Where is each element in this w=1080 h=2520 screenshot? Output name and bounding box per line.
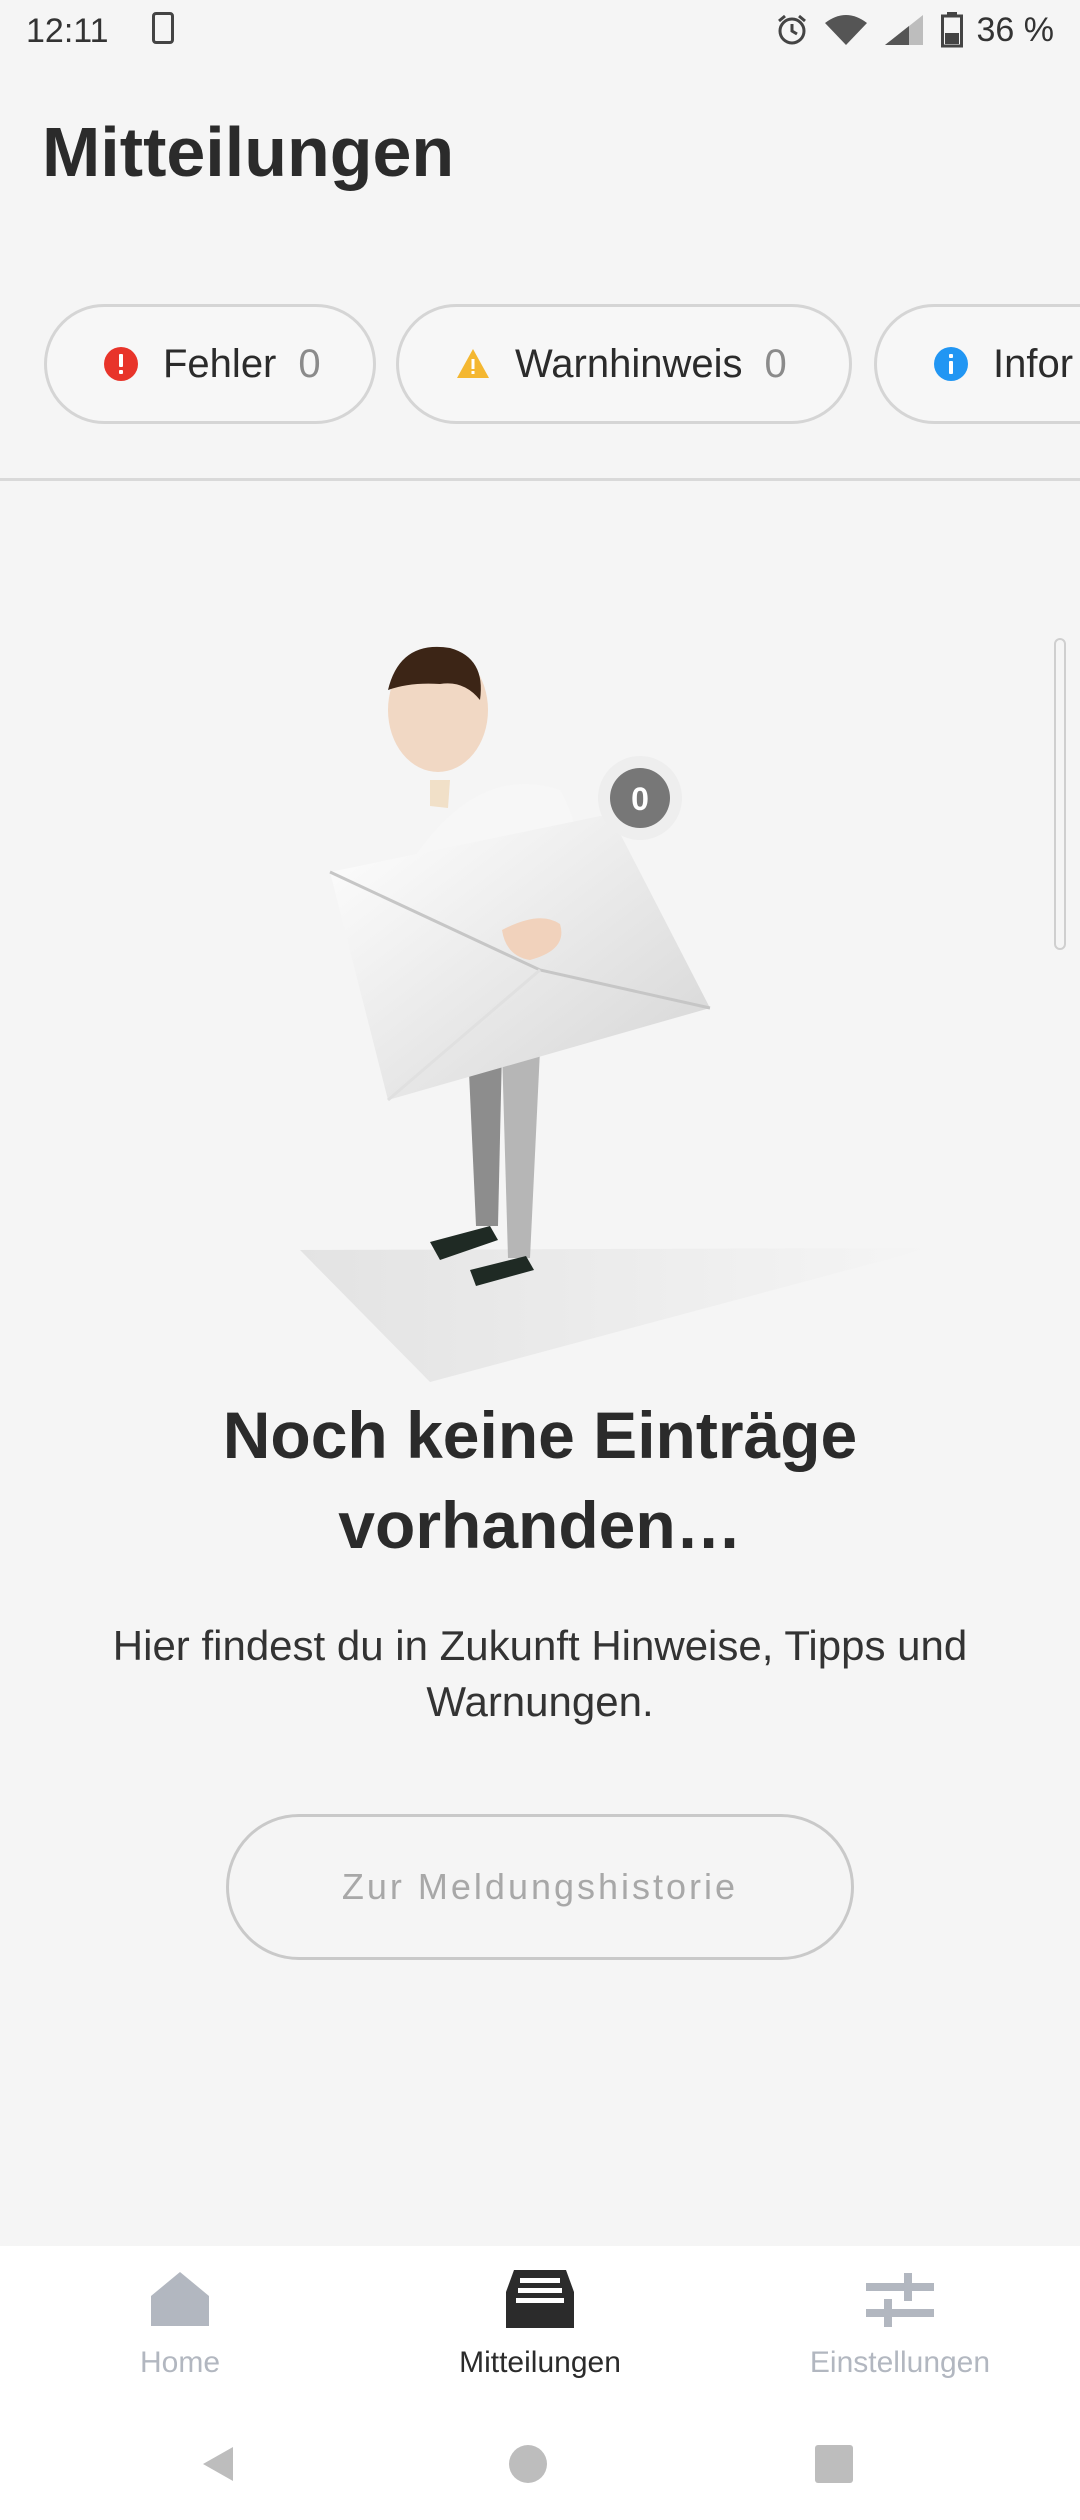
- bottom-navigation: Home Mitteilungen Einstellungen: [0, 2246, 1080, 2416]
- filter-chip-label: Warnhinweis: [515, 341, 743, 386]
- empty-inbox-illustration: 0: [300, 646, 930, 1382]
- status-time: 12:11: [26, 12, 109, 50]
- nav-item-einstellungen[interactable]: Einstellungen: [750, 2266, 1050, 2406]
- filter-chip-warning[interactable]: Warnhinweis 0: [396, 304, 852, 424]
- empty-state-description: Hier findest du in Zukunft Hinweise, Tip…: [40, 1618, 1040, 1730]
- filter-chip-label: Infor: [993, 341, 1074, 386]
- battery-percentage: 36 %: [976, 10, 1055, 49]
- scrollbar[interactable]: [1054, 638, 1066, 950]
- filter-chip-label: Fehler: [163, 341, 277, 386]
- status-bar: 12:11 36 %: [0, 0, 1080, 62]
- empty-state-description-line: Warnungen.: [426, 1678, 654, 1725]
- nav-item-home[interactable]: Home: [30, 2266, 330, 2406]
- nav-label: Mitteilungen: [459, 2346, 621, 2379]
- filter-chip-count: 0: [764, 341, 787, 386]
- home-circle-icon[interactable]: [498, 2434, 558, 2494]
- warning-icon: [455, 346, 491, 382]
- battery-icon: [940, 12, 963, 48]
- notification-count-badge: 0: [631, 781, 649, 817]
- empty-state-heading-line: Noch keine Einträge: [222, 1398, 858, 1472]
- error-icon: [103, 346, 139, 382]
- sliders-icon: [862, 2266, 938, 2332]
- filter-chip-row: Fehler 0 Warnhinweis 0 Infor: [0, 304, 1080, 428]
- filter-chip-info[interactable]: Infor: [874, 304, 1080, 424]
- signal-icon: [884, 15, 923, 45]
- info-icon: [933, 346, 969, 382]
- empty-state-heading-line: vorhanden…: [338, 1488, 742, 1562]
- alarm-icon: [777, 14, 806, 45]
- back-icon[interactable]: [188, 2434, 248, 2494]
- filter-chip-count: 0: [298, 341, 321, 386]
- nav-label: Home: [139, 2346, 221, 2379]
- divider: [0, 478, 1080, 481]
- message-history-button[interactable]: Zur Meldungshistorie: [226, 1814, 854, 1960]
- inbox-icon: [502, 2266, 578, 2332]
- system-navigation-bar: [0, 2416, 1080, 2520]
- sync-notification-icon: [152, 12, 174, 44]
- nav-label: Einstellungen: [809, 2346, 991, 2379]
- home-icon: [142, 2266, 218, 2332]
- empty-state-heading: Noch keine Einträge vorhanden…: [90, 1390, 990, 1570]
- filter-chip-error[interactable]: Fehler 0: [44, 304, 376, 424]
- empty-state-description-line: Hier findest du in Zukunft Hinweise, Tip…: [112, 1622, 968, 1669]
- recents-icon[interactable]: [804, 2434, 864, 2494]
- nav-item-mitteilungen[interactable]: Mitteilungen: [390, 2266, 690, 2406]
- wifi-icon: [824, 15, 867, 45]
- status-icons: 36 %: [775, 10, 1055, 50]
- page-title: Mitteilungen: [42, 113, 455, 191]
